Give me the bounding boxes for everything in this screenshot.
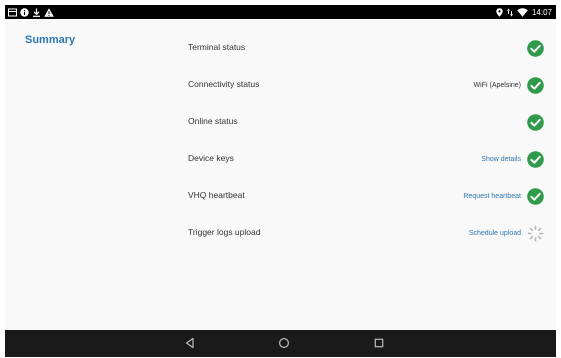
- row-trigger-logs-upload: Trigger logs upload Schedule upload: [188, 223, 544, 243]
- row-connectivity-status: Connectivity status WiFi (Apelsine): [188, 75, 544, 95]
- row-device-keys: Device keys Show details: [188, 149, 544, 169]
- recents-icon[interactable]: [371, 335, 387, 351]
- row-label: Online status: [188, 116, 238, 126]
- check-icon: [527, 113, 544, 131]
- connectivity-value: WiFi (Apelsine): [473, 81, 521, 89]
- row-label: Connectivity status: [188, 79, 260, 89]
- show-details-link[interactable]: Show details: [481, 156, 521, 163]
- row-label: Trigger logs upload: [188, 227, 261, 237]
- check-icon: [527, 150, 544, 168]
- location-icon: [496, 7, 503, 17]
- row-online-status: Online status: [188, 112, 544, 132]
- row-terminal-status: Terminal status: [188, 38, 544, 58]
- data-arrows-icon: [506, 8, 513, 16]
- row-label: Device keys: [188, 153, 234, 163]
- notification-card-icon: [8, 8, 17, 16]
- home-icon[interactable]: [276, 335, 292, 351]
- check-icon: [527, 187, 544, 205]
- check-icon: [527, 76, 544, 94]
- warning-icon: [44, 7, 54, 17]
- info-icon: [20, 7, 29, 17]
- status-icons-right: 14:07: [496, 5, 552, 19]
- status-icons-left: [8, 6, 54, 18]
- summary-screen: Summary Terminal status Connectivity sta…: [5, 19, 556, 330]
- loading-spinner-icon: [527, 225, 544, 241]
- row-label: VHQ heartbeat: [188, 190, 245, 200]
- clock: 14:07: [531, 7, 552, 17]
- check-icon: [527, 39, 544, 57]
- download-icon: [33, 8, 40, 17]
- request-heartbeat-link[interactable]: Request heartbeat: [463, 193, 521, 200]
- status-bar: 14:07: [5, 5, 556, 19]
- wifi-icon: [517, 7, 528, 17]
- row-vhq-heartbeat: VHQ heartbeat Request heartbeat: [188, 186, 544, 206]
- row-label: Terminal status: [188, 42, 246, 52]
- schedule-upload-link[interactable]: Schedule upload: [469, 230, 521, 237]
- sidebar-item-summary[interactable]: Summary: [25, 34, 75, 46]
- navigation-bar: [5, 330, 556, 357]
- back-icon[interactable]: [182, 335, 198, 351]
